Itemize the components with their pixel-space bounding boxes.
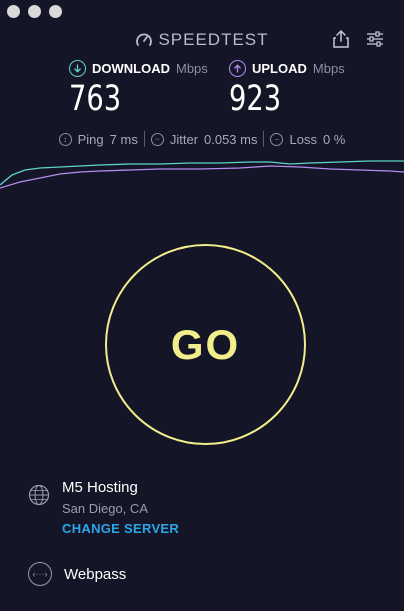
jitter-value: 0.053 ms — [204, 131, 258, 147]
loss-label: Loss — [289, 131, 317, 147]
download-graph-line — [0, 160, 404, 186]
globe-icon — [28, 484, 50, 506]
upload-metric: UPLOAD Mbps 923 — [229, 60, 345, 119]
speedometer-icon — [136, 33, 153, 46]
server-name: M5 Hosting — [62, 479, 138, 496]
arrow-up-circle-icon — [229, 60, 246, 77]
download-label: DOWNLOAD — [92, 61, 170, 76]
jitter-icon: ~ — [150, 132, 164, 146]
latency-stats: ↕ Ping 7 ms ~ Jitter 0.053 ms − Loss 0 % — [0, 131, 404, 147]
change-server-link[interactable]: CHANGE SERVER — [62, 521, 179, 536]
minimize-window-button[interactable] — [28, 5, 41, 18]
go-button[interactable]: GO — [105, 244, 306, 445]
loss-value: 0 % — [322, 131, 346, 147]
server-text: M5 Hosting San Diego, CA CHANGE SERVER — [62, 479, 179, 536]
close-window-button[interactable] — [7, 5, 20, 18]
provider-info: ‹···› Webpass — [28, 562, 126, 586]
jitter-stat: ~ Jitter 0.053 ms — [145, 132, 264, 147]
upload-graph-line — [0, 165, 404, 189]
download-metric: DOWNLOAD Mbps 763 — [69, 60, 208, 119]
upload-unit: Mbps — [312, 61, 345, 76]
ping-label: Ping — [77, 131, 104, 147]
ping-stat: ↕ Ping 7 ms — [53, 132, 144, 147]
loss-stat: − Loss 0 % — [264, 132, 351, 147]
app-title-text: SPEEDTEST — [158, 30, 269, 49]
zoom-window-button[interactable] — [49, 5, 62, 18]
loss-icon: − — [270, 132, 284, 146]
provider-name: Webpass — [64, 565, 127, 583]
arrow-down-circle-icon — [69, 60, 86, 77]
jitter-label: Jitter — [169, 131, 198, 147]
window-controls — [7, 5, 62, 18]
upload-value: 923 — [229, 79, 282, 119]
network-icon: ‹···› — [28, 562, 52, 586]
speedtest-window: SPEEDTEST DOWNLOAD Mbps 763 UPLOAD Mbps — [0, 0, 404, 611]
upload-label: UPLOAD — [252, 61, 307, 76]
speed-graph — [0, 160, 404, 189]
server-info: M5 Hosting San Diego, CA CHANGE SERVER — [28, 479, 179, 536]
ping-icon: ↕ — [58, 132, 72, 146]
download-value: 763 — [69, 79, 122, 119]
settings-sliders-icon[interactable] — [366, 31, 384, 47]
server-location: San Diego, CA — [62, 501, 148, 516]
ping-value: 7 ms — [109, 131, 138, 147]
go-label: GO — [170, 320, 241, 368]
download-unit: Mbps — [176, 61, 208, 76]
share-icon[interactable] — [332, 29, 350, 49]
